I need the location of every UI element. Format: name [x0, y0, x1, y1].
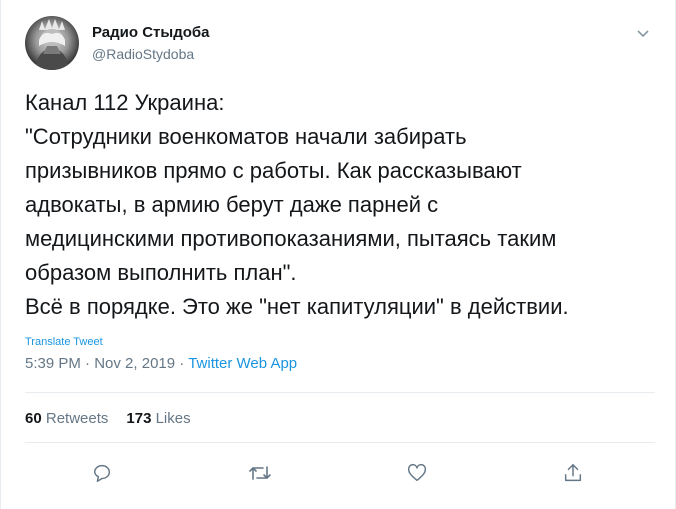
- avatar[interactable]: [25, 16, 79, 70]
- tweet-meta: 5:39 PM · Nov 2, 2019 · Twitter Web App: [25, 355, 297, 372]
- tweet-line: "Сотрудники военкоматов начали забирать: [25, 124, 467, 149]
- divider: [25, 442, 655, 443]
- tweet-stats: 60 Retweets 173 Likes: [25, 410, 191, 427]
- meta-separator: ·: [85, 355, 91, 372]
- tweet-source-link[interactable]: Twitter Web App: [188, 355, 297, 372]
- meta-separator: ·: [179, 355, 185, 372]
- tweet-line: Канал 112 Украина:: [25, 90, 225, 115]
- likes-stat[interactable]: 173 Likes: [126, 410, 190, 427]
- display-name[interactable]: Радио Стыдоба: [92, 24, 210, 41]
- tweet-header: Радио Стыдоба @RadioStydoba: [25, 14, 655, 74]
- tweet-actions: [1, 457, 676, 489]
- tweet-time[interactable]: 5:39 PM: [25, 355, 81, 372]
- retweet-icon[interactable]: [244, 457, 276, 489]
- divider: [25, 392, 655, 393]
- tweet-card: Радио Стыдоба @RadioStydoba Канал 112 Ук…: [0, 0, 676, 509]
- reply-icon[interactable]: [86, 457, 118, 489]
- tweet-text: Канал 112 Украина: "Сотрудники военкомат…: [25, 86, 655, 324]
- retweets-stat[interactable]: 60 Retweets: [25, 410, 108, 427]
- retweets-label: Retweets: [45, 410, 109, 427]
- likes-count: 173: [126, 410, 152, 427]
- tweet-line: образом выполнить план".: [25, 260, 297, 285]
- retweets-count: 60: [25, 410, 42, 427]
- chevron-down-icon[interactable]: [633, 24, 653, 44]
- tweet-date[interactable]: Nov 2, 2019: [94, 355, 175, 372]
- tweet-line: Всё в порядке. Это же "нет капитуляции" …: [25, 294, 569, 319]
- user-handle[interactable]: @RadioStydoba: [92, 46, 194, 62]
- likes-label: Likes: [155, 410, 191, 427]
- tweet-line: медицинскими противопоказаниями, пытаясь…: [25, 226, 557, 251]
- heart-icon[interactable]: [401, 457, 433, 489]
- statue-avatar-icon: [35, 19, 69, 70]
- tweet-line: адвокаты, в армию берут даже парней с: [25, 192, 439, 217]
- tweet-line: призывников прямо с работы. Как рассказы…: [25, 158, 522, 183]
- share-icon[interactable]: [557, 457, 589, 489]
- translate-tweet-link[interactable]: Translate Tweet: [25, 336, 103, 348]
